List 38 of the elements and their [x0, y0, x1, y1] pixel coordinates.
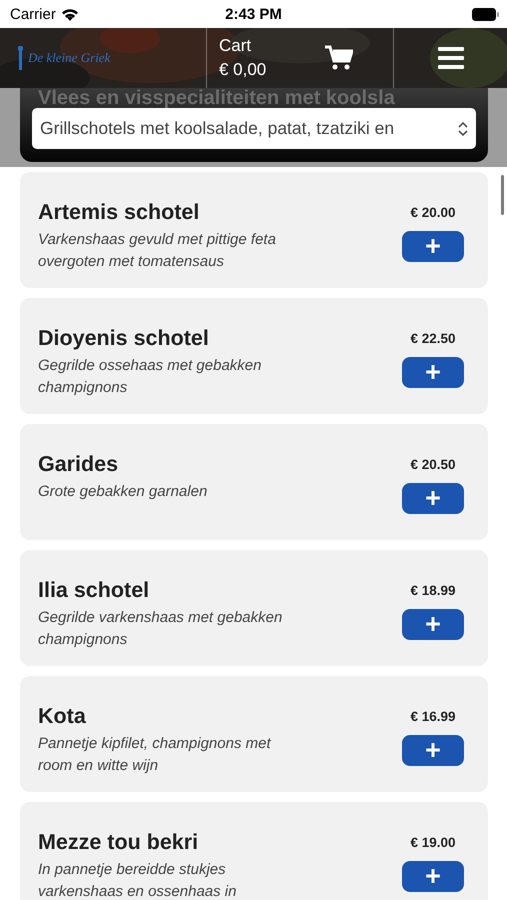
item-description: Varkenshaas gevuld met pittige feta overgoten met tomatensaus	[38, 230, 277, 272]
item-description: In pannetje bereidde stukjes varkenshaas en ossenhaas in	[38, 860, 238, 900]
clock-time: 2:43 PM	[225, 6, 282, 22]
item-name: Kota	[38, 704, 87, 729]
cart-icon[interactable]	[325, 45, 353, 71]
item-name: Artemis schotel	[38, 200, 200, 225]
item-price: € 16.99	[410, 709, 456, 724]
item-description: Gegrilde ossehaas met gebakken champignons	[38, 356, 262, 398]
item-description: Gegrilde varkenshaas met gebakken champignons	[38, 608, 284, 650]
battery-icon	[472, 8, 499, 20]
item-name: Dioyenis schotel	[38, 326, 210, 351]
item-price: € 18.99	[410, 583, 456, 598]
add-button[interactable]: +	[402, 735, 464, 766]
wifi-icon	[60, 8, 79, 20]
cart-total: € 0,00	[219, 59, 266, 81]
item-name: Ilia schotel	[38, 578, 150, 603]
carrier-label: Carrier	[10, 6, 56, 22]
item-price: € 19.00	[410, 835, 456, 850]
item-description: Grote gebakken garnalen	[38, 482, 208, 502]
chevron-icon	[458, 120, 468, 136]
category-select[interactable]: Grillschotels met koolsalade, patat, tzatziki en	[32, 108, 476, 149]
item-description: Pannetje kipfilet, champignons met room en witte wijn	[38, 734, 272, 776]
logo-text: De kleine Griek	[28, 50, 110, 66]
item-price: € 22.50	[410, 331, 456, 346]
logo-icon	[16, 46, 25, 70]
item-price: € 20.50	[410, 457, 456, 472]
item-price: € 20.00	[410, 205, 456, 220]
add-button[interactable]: +	[402, 357, 464, 388]
item-name: Mezze tou bekri	[38, 830, 200, 855]
category-heading: Vlees en visspecialiteiten met koolsla	[37, 88, 396, 108]
add-button[interactable]: +	[402, 231, 464, 262]
add-button[interactable]: +	[402, 483, 464, 514]
add-button[interactable]: +	[402, 609, 464, 640]
add-button[interactable]: +	[402, 861, 464, 892]
item-name: Garides	[38, 452, 120, 477]
cart-label: Cart	[219, 35, 252, 57]
scroll-bar	[501, 175, 504, 215]
menu-icon[interactable]	[438, 47, 464, 69]
